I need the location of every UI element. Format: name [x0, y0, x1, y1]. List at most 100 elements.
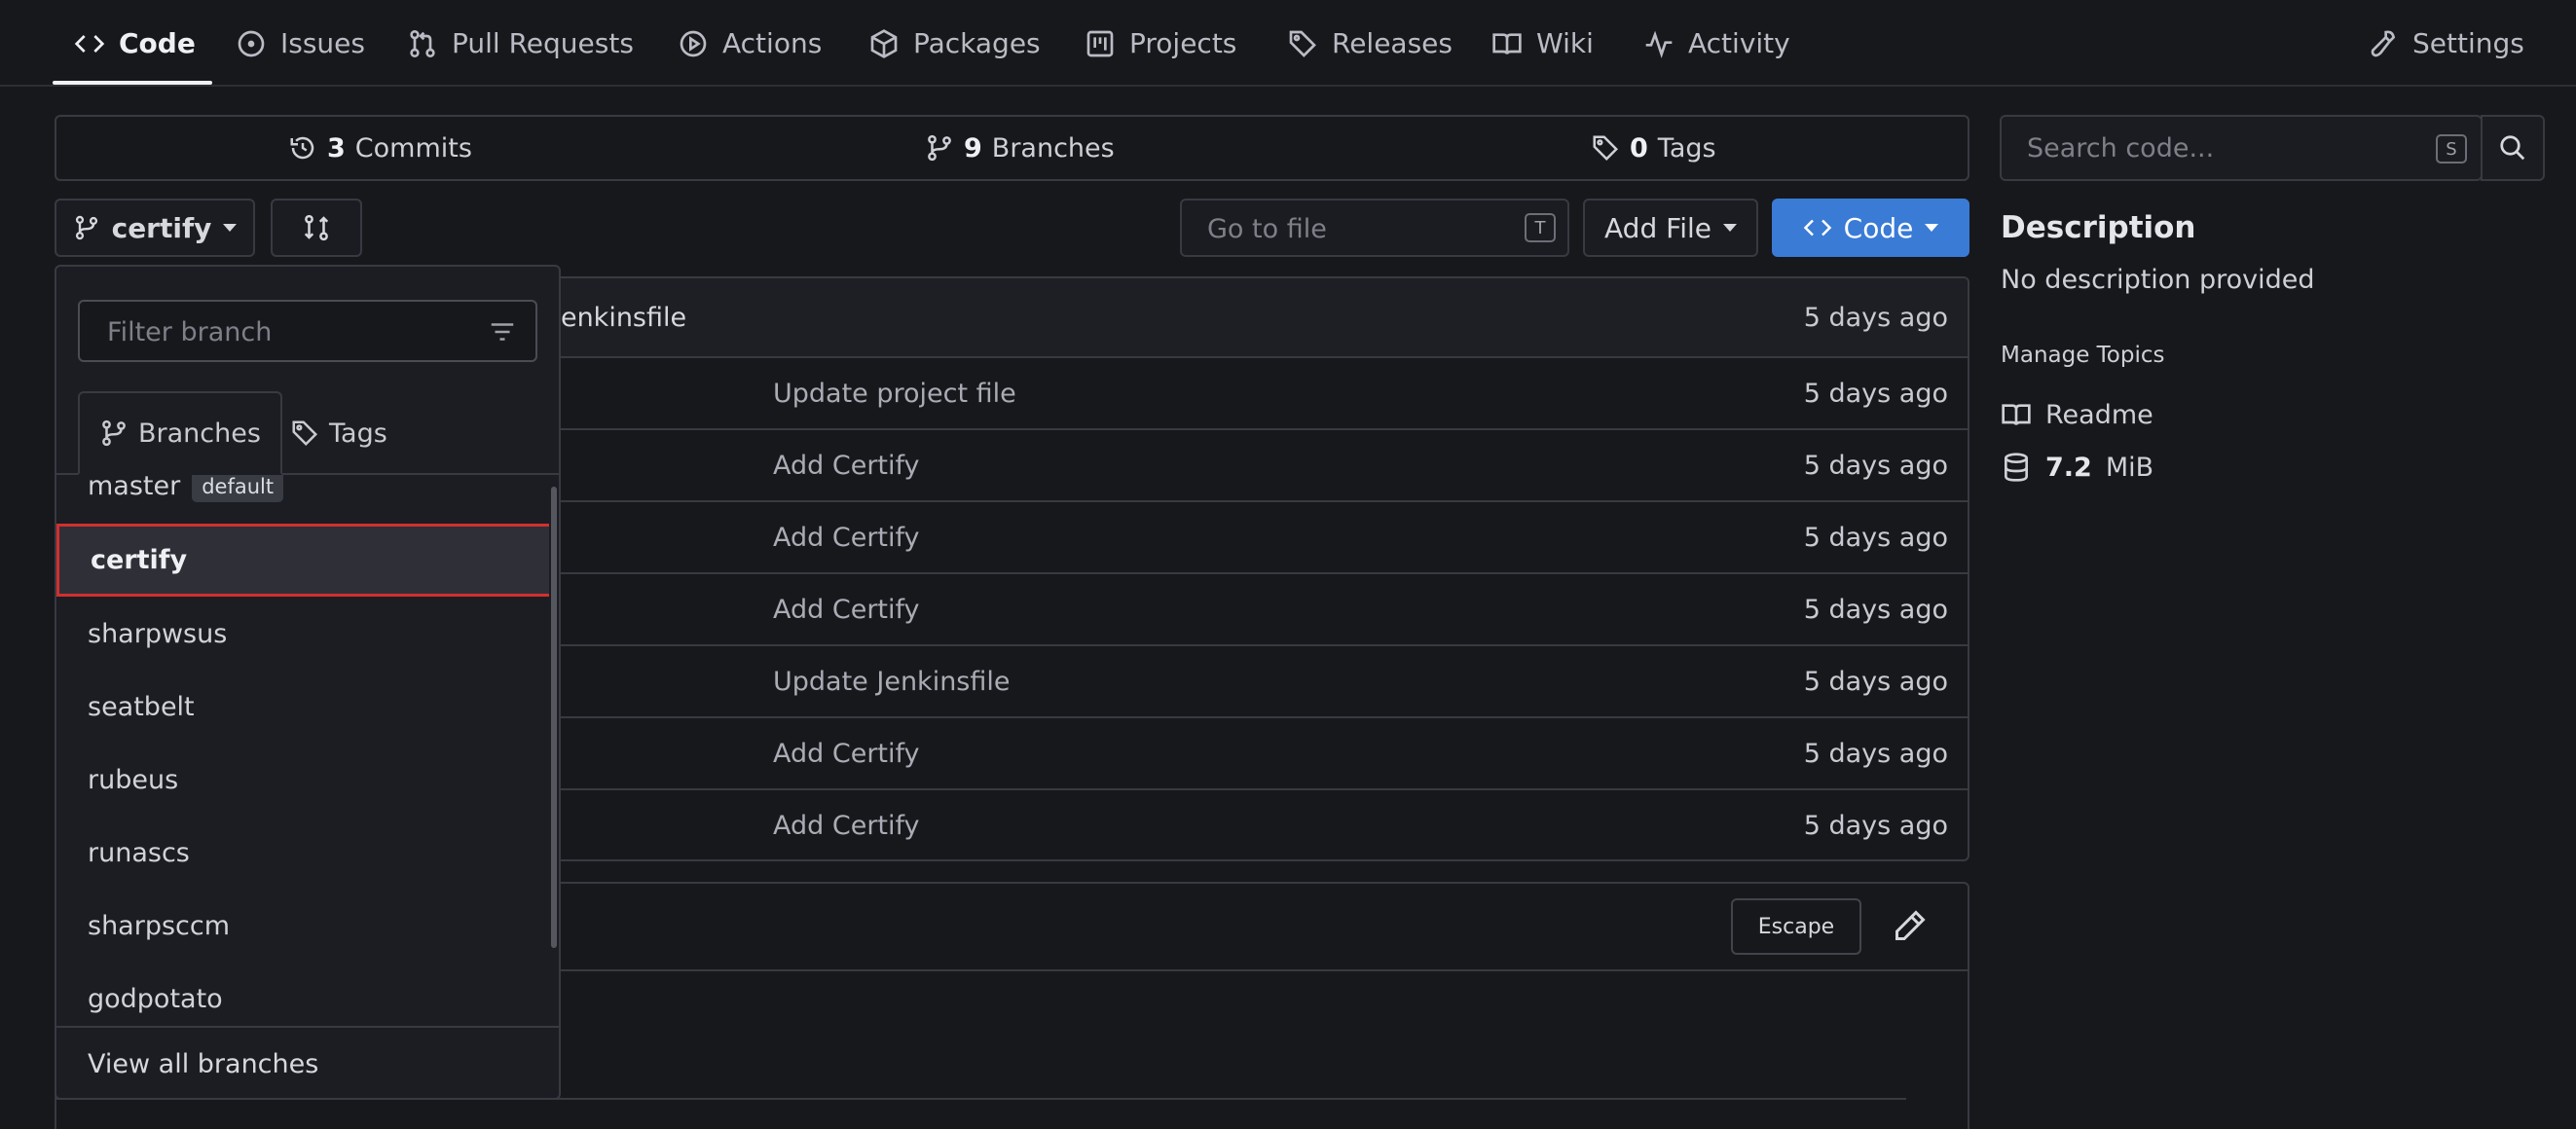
- tab-code-label: Code: [119, 27, 196, 59]
- tab-issues-label: Issues: [280, 27, 365, 59]
- tab-pull-requests-label: Pull Requests: [452, 27, 634, 59]
- branch-item-sharpwsus[interactable]: sharpwsus: [56, 598, 549, 671]
- repo-summary-bar: 3 Commits 9 Branches 0 Tags: [55, 115, 1969, 181]
- code-dropdown-button[interactable]: Code: [1772, 199, 1969, 257]
- tag-icon: [292, 420, 318, 447]
- branch-list: master default certify sharpwsus seatbel…: [56, 475, 549, 1020]
- commit-age: 5 days ago: [1803, 378, 1948, 409]
- active-tab-indicator: [53, 81, 212, 85]
- default-badge: default: [192, 475, 284, 502]
- commit-message[interactable]: Add Certify: [773, 718, 920, 788]
- tab-releases[interactable]: Releases: [1287, 0, 1453, 87]
- go-to-file-field[interactable]: T: [1180, 199, 1569, 257]
- commit-age: 5 days ago: [1803, 594, 1948, 625]
- branch-item-rubeus[interactable]: rubeus: [56, 744, 549, 817]
- latest-commit-age: 5 days ago: [1803, 302, 1948, 333]
- tab-activity[interactable]: Activity: [1643, 0, 1790, 87]
- commit-message[interactable]: Update Jenkinsfile: [773, 646, 1011, 716]
- search-button[interactable]: [2481, 115, 2545, 181]
- pull-request-icon: [410, 29, 435, 57]
- branch-name: sharpsccm: [88, 911, 231, 941]
- branch-name: runascs: [88, 838, 190, 868]
- filter-icon[interactable]: [487, 317, 518, 346]
- branch-name: sharpwsus: [88, 619, 228, 649]
- commits-link[interactable]: 3 Commits: [288, 117, 472, 179]
- manage-topics-link[interactable]: Manage Topics: [2001, 343, 2165, 368]
- branch-name: certify: [91, 545, 188, 575]
- branch-icon: [75, 215, 97, 240]
- compare-button[interactable]: [271, 199, 362, 257]
- tab-branches-label: Branches: [138, 418, 261, 449]
- tab-actions-label: Actions: [722, 27, 823, 59]
- tab-wiki[interactable]: Wiki: [1491, 0, 1594, 87]
- branch-item-runascs[interactable]: runascs: [56, 817, 549, 890]
- go-to-file-input[interactable]: [1207, 212, 1519, 245]
- tab-settings-label: Settings: [2412, 27, 2524, 59]
- tag-icon: [1593, 135, 1619, 162]
- branch-dropdown: Branches Tags master default certify sha…: [55, 265, 561, 1100]
- branch-item-master[interactable]: master default: [56, 475, 549, 523]
- add-file-label: Add File: [1604, 211, 1711, 244]
- commit-age: 5 days ago: [1803, 450, 1948, 481]
- branch-selector-button[interactable]: certify: [55, 199, 255, 257]
- branch-item-seatbelt[interactable]: seatbelt: [56, 671, 549, 744]
- tab-wiki-label: Wiki: [1536, 27, 1594, 59]
- commit-message[interactable]: Add Certify: [773, 790, 920, 859]
- chevron-down-icon: [1722, 224, 1737, 232]
- tab-packages-label: Packages: [913, 27, 1041, 59]
- chevron-down-icon: [1925, 224, 1939, 232]
- pulse-icon: [1645, 30, 1673, 58]
- tags-link[interactable]: 0 Tags: [1591, 117, 1716, 179]
- filter-branch-field[interactable]: [78, 300, 537, 362]
- commit-message[interactable]: Add Certify: [773, 430, 920, 500]
- tab-projects-label: Projects: [1129, 27, 1237, 59]
- tab-settings[interactable]: Settings: [2368, 0, 2524, 87]
- compare-icon: [304, 214, 329, 241]
- tab-activity-label: Activity: [1688, 27, 1790, 59]
- tab-projects[interactable]: Projects: [1085, 0, 1236, 87]
- commit-message[interactable]: Update project file: [773, 358, 1016, 428]
- commits-label: Commits: [354, 132, 472, 164]
- tags-count: 0: [1630, 132, 1648, 164]
- description-title: Description: [2001, 210, 2196, 245]
- branch-item-sharpsccm[interactable]: sharpsccm: [56, 890, 549, 963]
- tab-tags-label: Tags: [329, 418, 387, 449]
- play-icon: [680, 30, 707, 56]
- tag-icon: [1289, 30, 1316, 57]
- code-button-label: Code: [1843, 211, 1914, 244]
- filter-branch-input[interactable]: [107, 315, 458, 348]
- tab-branches[interactable]: Branches: [78, 391, 282, 475]
- tab-actions[interactable]: Actions: [678, 0, 822, 87]
- tab-issues[interactable]: Issues: [236, 0, 365, 87]
- size-value: 7.2: [2045, 452, 2092, 483]
- readme-label: Readme: [2045, 399, 2153, 430]
- view-all-branches-link[interactable]: View all branches: [56, 1026, 559, 1098]
- readme-link[interactable]: Readme: [2001, 399, 2153, 430]
- branches-label: Branches: [991, 132, 1115, 164]
- size-unit: MiB: [2105, 452, 2154, 483]
- branch-item-certify[interactable]: certify: [56, 524, 549, 597]
- repo-nav: Code Issues Pull Requests Actions Packag…: [0, 0, 2576, 87]
- search-code-field[interactable]: S: [2000, 115, 2483, 181]
- commit-age: 5 days ago: [1803, 522, 1948, 553]
- latest-commit-message[interactable]: Jenkinsfile: [553, 278, 686, 356]
- database-icon: [2005, 453, 2028, 482]
- branch-name: master: [88, 475, 181, 501]
- escape-button[interactable]: Escape: [1731, 898, 1861, 955]
- commit-message[interactable]: Add Certify: [773, 502, 920, 572]
- tab-packages[interactable]: Packages: [868, 0, 1041, 87]
- pencil-icon[interactable]: [1893, 908, 1928, 943]
- branches-link[interactable]: 9 Branches: [925, 117, 1115, 179]
- tab-code[interactable]: Code: [74, 0, 196, 87]
- branch-name: seatbelt: [88, 692, 195, 722]
- scrollbar[interactable]: [551, 487, 557, 948]
- search-input[interactable]: [2027, 130, 2416, 165]
- commit-message[interactable]: Add Certify: [773, 574, 920, 644]
- repo-size: 7.2 MiB: [2001, 452, 2153, 483]
- add-file-button[interactable]: Add File: [1583, 199, 1758, 257]
- branch-item-godpotato[interactable]: godpotato: [56, 963, 549, 1020]
- tab-pull-requests[interactable]: Pull Requests: [407, 0, 634, 87]
- code-icon: [1803, 219, 1831, 237]
- book-icon: [1492, 32, 1522, 55]
- tab-tags[interactable]: Tags: [290, 391, 387, 475]
